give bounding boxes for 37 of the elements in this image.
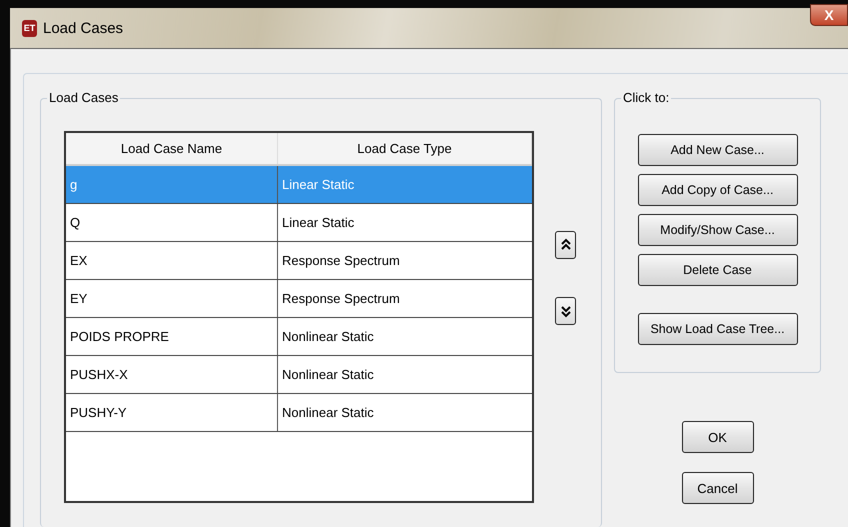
move-up-button[interactable] (555, 231, 576, 259)
column-header[interactable]: Load Case Type (278, 133, 532, 164)
column-header[interactable]: Load Case Name (66, 133, 278, 164)
table-row[interactable]: EY Response Spectrum (66, 280, 532, 318)
double-chevron-down-icon (560, 304, 570, 318)
app-icon: ET (22, 20, 37, 36)
table-cell-text: Response Spectrum (281, 290, 401, 308)
group-title: Load Cases (47, 90, 120, 105)
table-cell-text: Linear Static (281, 214, 356, 232)
table-cell: EY (66, 280, 278, 317)
ok-button[interactable]: OK (682, 421, 754, 453)
action-button[interactable]: Add New Case... (638, 134, 798, 166)
action-button[interactable]: Add Copy of Case... (638, 174, 798, 206)
table-cell-text: Nonlinear Static (281, 404, 375, 422)
table-cell-text: Response Spectrum (281, 252, 401, 270)
move-down-button[interactable] (555, 297, 576, 325)
cancel-button[interactable]: Cancel (682, 472, 754, 504)
table-cell: PUSHY-Y (66, 394, 278, 431)
table-cell: POIDS PROPRE (66, 318, 278, 355)
double-chevron-up-icon (560, 238, 570, 252)
action-button[interactable]: Delete Case (638, 254, 798, 286)
action-button[interactable]: Modify/Show Case... (638, 214, 798, 246)
window-title: Load Cases (43, 20, 124, 36)
group-title: Click to: (621, 90, 672, 105)
table-cell: EX (66, 242, 278, 279)
table-row[interactable]: EX Response Spectrum (66, 242, 532, 280)
table-cell-text: Nonlinear Static (281, 328, 375, 346)
table-row[interactable]: PUSHX-X Nonlinear Static (66, 356, 532, 394)
action-button[interactable]: Show Load Case Tree... (638, 313, 798, 345)
table-cell: Q (66, 204, 278, 241)
table-cell-text: Nonlinear Static (281, 366, 375, 384)
table-row[interactable]: Q Linear Static (66, 204, 532, 242)
table-cell-text: Linear Static (281, 176, 356, 194)
table-row[interactable]: PUSHY-Y Nonlinear Static (66, 394, 532, 432)
table-cell: PUSHX-X (66, 356, 278, 393)
table-cell: g (66, 166, 278, 203)
table-row[interactable]: POIDS PROPRE Nonlinear Static (66, 318, 532, 356)
